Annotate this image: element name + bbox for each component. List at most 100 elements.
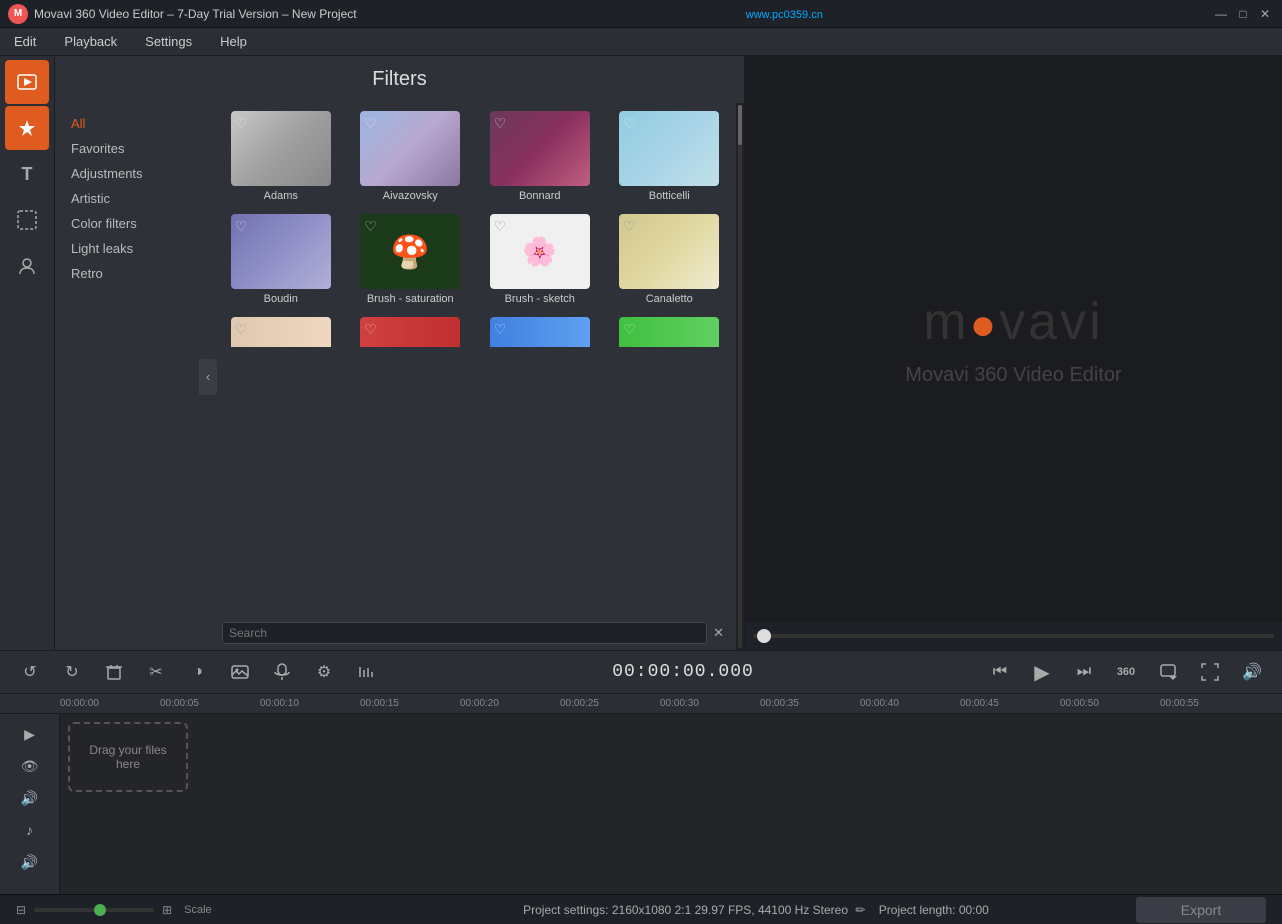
favorite-icon-canaletto[interactable]: ♡ xyxy=(623,218,636,235)
export-button[interactable]: Export xyxy=(1136,897,1266,923)
menubar: Edit Playback Settings Help xyxy=(0,28,1282,56)
drop-zone[interactable]: Drag your files here xyxy=(68,722,188,792)
mic-button[interactable] xyxy=(264,654,300,690)
filter-cat-lightleaks[interactable]: Light leaks xyxy=(55,236,210,261)
track-visibility-icon[interactable]: 👁 xyxy=(18,754,42,778)
volume-button[interactable]: 🔊 xyxy=(1234,654,1270,690)
favorite-icon-brush-saturation[interactable]: ♡ xyxy=(364,218,377,235)
fullscreen-button[interactable] xyxy=(1192,654,1228,690)
skip-forward-button[interactable]: ⏭ xyxy=(1066,654,1102,690)
favorite-icon-row3a[interactable]: ♡ xyxy=(235,321,248,338)
filter-thumb-canaletto: ♡ xyxy=(619,214,719,289)
scale-slider-thumb[interactable] xyxy=(94,904,106,916)
close-button[interactable]: ✕ xyxy=(1256,5,1274,23)
equalizer-button[interactable] xyxy=(348,654,384,690)
filter-item-brush-saturation[interactable]: ♡ 🍄 Brush - saturation xyxy=(348,210,474,309)
seeker-thumb[interactable] xyxy=(757,629,771,643)
undo-button[interactable]: ↺ xyxy=(12,654,48,690)
menu-playback[interactable]: Playback xyxy=(58,32,123,51)
export-preview-button[interactable] xyxy=(1150,654,1186,690)
profile-button[interactable] xyxy=(5,244,49,288)
favorite-icon-aivazovsky[interactable]: ♡ xyxy=(364,115,377,132)
titlebar: M Movavi 360 Video Editor – 7-Day Trial … xyxy=(0,0,1282,28)
play-button[interactable]: ▶ xyxy=(1024,654,1060,690)
contrast-button[interactable]: ◑ xyxy=(180,654,216,690)
redo-button[interactable]: ↻ xyxy=(54,654,90,690)
filters-scrollbar[interactable] xyxy=(736,103,744,650)
scrollbar-track xyxy=(738,105,742,648)
app-logo: M xyxy=(8,4,28,24)
media-button[interactable] xyxy=(5,60,49,104)
effects-button[interactable] xyxy=(5,106,49,150)
edit-settings-icon[interactable]: ✏ xyxy=(855,903,865,917)
filter-item-row3a[interactable]: ♡ xyxy=(218,313,344,351)
window-controls[interactable]: — □ ✕ xyxy=(1212,5,1274,23)
menu-settings[interactable]: Settings xyxy=(139,32,198,51)
delete-button[interactable] xyxy=(96,654,132,690)
filter-cat-all[interactable]: All xyxy=(55,111,210,136)
preview-area: m●vavi Movavi 360 Video Editor xyxy=(745,56,1282,622)
ruler-mark: 00:00:45 xyxy=(960,698,1060,709)
filter-thumb-brush-saturation: ♡ 🍄 xyxy=(360,214,460,289)
filter-item-brush-sketch[interactable]: ♡ 🌸 Brush - sketch xyxy=(477,210,603,309)
filter-cat-colorfilters[interactable]: Color filters xyxy=(55,211,210,236)
titles-button[interactable]: T xyxy=(5,152,49,196)
filter-cat-adjustments[interactable]: Adjustments xyxy=(55,161,210,186)
filters-search-input[interactable] xyxy=(222,622,707,644)
favorite-icon-row3c[interactable]: ♡ xyxy=(494,321,507,338)
scrollbar-thumb[interactable] xyxy=(738,105,742,145)
settings-button[interactable]: ⚙ xyxy=(306,654,342,690)
preview-panel: m●vavi Movavi 360 Video Editor xyxy=(745,56,1282,650)
filter-thumb-row3d: ♡ xyxy=(619,317,719,347)
seeker-track[interactable] xyxy=(753,634,1274,638)
search-clear-icon[interactable]: ✕ xyxy=(713,622,724,644)
favorite-icon-brush-sketch[interactable]: ♡ xyxy=(494,218,507,235)
preview-seeker xyxy=(745,622,1282,650)
track-controls: ▶ 👁 🔊 ♪ 🔊 xyxy=(0,714,60,894)
filter-item-canaletto[interactable]: ♡ Canaletto xyxy=(607,210,733,309)
favorite-icon-row3d[interactable]: ♡ xyxy=(623,321,636,338)
filter-item-botticelli[interactable]: ♡ Botticelli xyxy=(607,107,733,206)
filter-item-row3c[interactable]: ♡ xyxy=(477,313,603,351)
track-mute-icon[interactable]: 🔊 xyxy=(18,850,42,874)
filter-cat-favorites[interactable]: Favorites xyxy=(55,136,210,161)
titlebar-left: M Movavi 360 Video Editor – 7-Day Trial … xyxy=(8,4,357,24)
vr360-button[interactable]: 360 xyxy=(1108,654,1144,690)
minimize-button[interactable]: — xyxy=(1212,5,1230,23)
ruler-mark: 00:00:00 xyxy=(60,698,160,709)
scale-slider-track[interactable] xyxy=(34,908,154,912)
cut-button[interactable]: ✂ xyxy=(138,654,174,690)
skip-back-button[interactable]: ⏮ xyxy=(982,654,1018,690)
track-audio-icon[interactable]: 🔊 xyxy=(18,786,42,810)
filter-item-row3b[interactable]: ♡ xyxy=(348,313,474,351)
favorite-icon-boudin[interactable]: ♡ xyxy=(235,218,248,235)
track-video-play-icon[interactable]: ▶ xyxy=(18,722,42,746)
filter-name-boudin: Boudin xyxy=(264,293,298,305)
filter-cat-artistic[interactable]: Artistic xyxy=(55,186,210,211)
overlays-button[interactable] xyxy=(5,198,49,242)
filter-item-boudin[interactable]: ♡ Boudin xyxy=(218,210,344,309)
filter-cat-retro[interactable]: Retro xyxy=(55,261,210,286)
favorite-icon-adams[interactable]: ♡ xyxy=(235,115,248,132)
filter-item-bonnard[interactable]: ♡ Bonnard xyxy=(477,107,603,206)
menu-help[interactable]: Help xyxy=(214,32,253,51)
filter-item-adams[interactable]: ♡ Adams xyxy=(218,107,344,206)
bottom-toolbar: ↺ ↻ ✂ ◑ ⚙ 00:00:00.000 ⏮ ▶ ⏭ 360 🔊 xyxy=(0,650,1282,694)
filter-item-row3d[interactable]: ♡ xyxy=(607,313,733,351)
ruler-mark: 00:00:20 xyxy=(460,698,560,709)
restore-button[interactable]: □ xyxy=(1234,5,1252,23)
filter-thumb-brush-sketch: ♡ 🌸 xyxy=(490,214,590,289)
statusbar: ⊟ ⊞ Scale Project settings: 2160x1080 2:… xyxy=(0,894,1282,924)
favorite-icon-botticelli[interactable]: ♡ xyxy=(623,115,636,132)
scale-label: Scale xyxy=(184,904,212,916)
menu-edit[interactable]: Edit xyxy=(8,32,42,51)
track-music-icon[interactable]: ♪ xyxy=(18,818,42,842)
image-button[interactable] xyxy=(222,654,258,690)
timeline-ruler: 00:00:00 00:00:05 00:00:10 00:00:15 00:0… xyxy=(0,694,1282,714)
favorite-icon-row3b[interactable]: ♡ xyxy=(364,321,377,338)
app-title: Movavi 360 Video Editor – 7-Day Trial Ve… xyxy=(34,7,357,21)
project-settings-label: Project settings: xyxy=(523,903,608,917)
favorite-icon-bonnard[interactable]: ♡ xyxy=(494,115,507,132)
filter-name-canaletto: Canaletto xyxy=(646,293,693,305)
filter-item-aivazovsky[interactable]: ♡ Aivazovsky xyxy=(348,107,474,206)
